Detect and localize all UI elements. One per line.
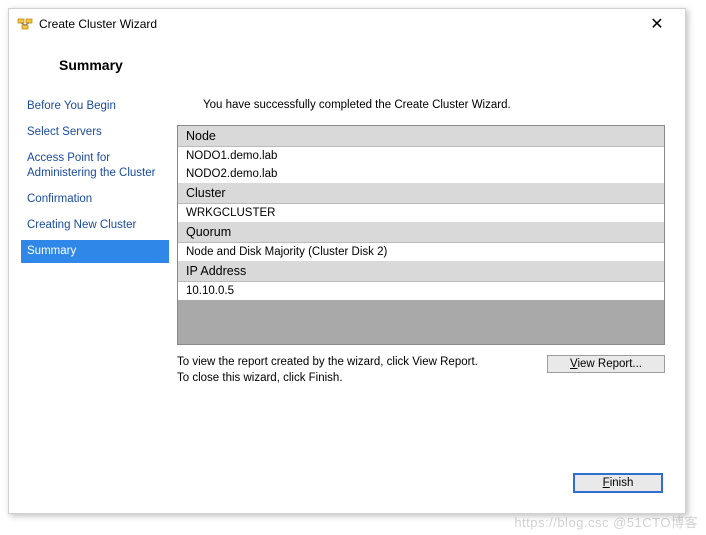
hint-line-2: To close this wizard, click Finish. bbox=[177, 372, 343, 384]
section-head-ip: IP Address bbox=[178, 261, 664, 282]
app-icon bbox=[17, 16, 33, 32]
sidebar-item-access-point[interactable]: Access Point for Administering the Clust… bbox=[21, 147, 169, 185]
node-value-2: NODO2.demo.lab bbox=[178, 165, 664, 183]
section-head-cluster: Cluster bbox=[178, 183, 664, 204]
window-title: Create Cluster Wizard bbox=[39, 17, 637, 31]
wizard-footer: Finish bbox=[9, 455, 685, 493]
sidebar-item-summary[interactable]: Summary bbox=[21, 240, 169, 263]
finish-button[interactable]: Finish bbox=[573, 473, 663, 493]
ip-value: 10.10.0.5 bbox=[178, 282, 664, 300]
node-value-1: NODO1.demo.lab bbox=[178, 147, 664, 165]
page-title: Summary bbox=[59, 57, 123, 73]
section-head-node: Node bbox=[178, 126, 664, 147]
sidebar-item-confirmation[interactable]: Confirmation bbox=[21, 188, 169, 211]
hint-text: To view the report created by the wizard… bbox=[177, 355, 547, 386]
cluster-value: WRKGCLUSTER bbox=[178, 204, 664, 222]
view-report-label: View Report... bbox=[570, 358, 642, 370]
main-panel: You have successfully completed the Crea… bbox=[169, 89, 685, 455]
wizard-body: Before You Begin Select Servers Access P… bbox=[9, 89, 685, 455]
hint-row: To view the report created by the wizard… bbox=[177, 355, 665, 386]
quorum-value: Node and Disk Majority (Cluster Disk 2) bbox=[178, 243, 664, 261]
results-box: Node NODO1.demo.lab NODO2.demo.lab Clust… bbox=[177, 125, 665, 345]
sidebar-item-before-you-begin[interactable]: Before You Begin bbox=[21, 95, 169, 118]
title-bar: Create Cluster Wizard ✕ bbox=[9, 9, 685, 39]
hint-line-1: To view the report created by the wizard… bbox=[177, 356, 478, 368]
sidebar-item-select-servers[interactable]: Select Servers bbox=[21, 121, 169, 144]
section-head-quorum: Quorum bbox=[178, 222, 664, 243]
wizard-window: Create Cluster Wizard ✕ Summary Before Y… bbox=[8, 8, 686, 514]
sidebar-item-creating-new-cluster[interactable]: Creating New Cluster bbox=[21, 214, 169, 237]
watermark: https://blog.csc @51CTO博客 bbox=[514, 512, 698, 531]
close-icon[interactable]: ✕ bbox=[637, 14, 677, 34]
view-report-button[interactable]: View Report... bbox=[547, 355, 665, 373]
intro-text: You have successfully completed the Crea… bbox=[177, 95, 665, 125]
sidebar: Before You Begin Select Servers Access P… bbox=[9, 89, 169, 455]
wizard-header: Summary bbox=[9, 39, 685, 89]
